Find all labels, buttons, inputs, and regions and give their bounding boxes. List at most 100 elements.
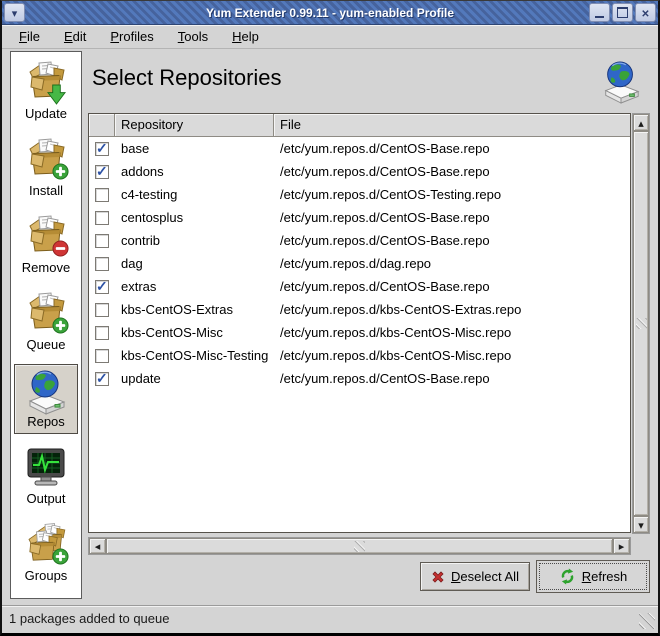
window-controls — [589, 3, 656, 22]
repo-name: update — [115, 371, 274, 386]
table-row[interactable]: kbs-CentOS-Misc /etc/yum.repos.d/kbs-Cen… — [89, 321, 630, 344]
table-header: Repository File — [89, 114, 630, 137]
vertical-scrollbar[interactable] — [632, 113, 650, 534]
scroll-up-icon — [638, 114, 644, 132]
horizontal-scrollbar[interactable] — [88, 537, 631, 555]
table-row[interactable]: addons /etc/yum.repos.d/CentOS-Base.repo — [89, 160, 630, 183]
sidebar-item-label: Repos — [27, 414, 65, 429]
window-menu-button[interactable] — [4, 3, 25, 22]
sidebar-item-label: Groups — [25, 568, 68, 583]
app-window: Yum Extender 0.99.11 - yum-enabled Profi… — [0, 0, 660, 636]
sidebar-item-remove[interactable]: Remove — [14, 210, 78, 280]
repo-file: /etc/yum.repos.d/CentOS-Base.repo — [274, 371, 630, 386]
repo-file: /etc/yum.repos.d/dag.repo — [274, 256, 630, 271]
sidebar-item-output[interactable]: Output — [14, 441, 78, 511]
table-row[interactable]: kbs-CentOS-Misc-Testing /etc/yum.repos.d… — [89, 344, 630, 367]
maximize-icon — [617, 7, 628, 18]
sidebar-item-queue[interactable]: Queue — [14, 287, 78, 357]
queue-box-icon — [24, 290, 68, 338]
repo-file: /etc/yum.repos.d/CentOS-Base.repo — [274, 210, 630, 225]
category-sidebar: Update Install Remove Queue — [10, 51, 82, 599]
repo-name: base — [115, 141, 274, 156]
close-icon — [641, 4, 649, 22]
column-header-file[interactable]: File — [274, 114, 630, 137]
repo-checkbox[interactable] — [95, 326, 109, 340]
repo-file: /etc/yum.repos.d/CentOS-Base.repo — [274, 164, 630, 179]
menu-edit[interactable]: Edit — [59, 27, 91, 46]
titlebar[interactable]: Yum Extender 0.99.11 - yum-enabled Profi… — [2, 1, 658, 25]
minimize-button[interactable] — [589, 3, 610, 22]
repo-checkbox[interactable] — [95, 349, 109, 363]
table-row[interactable]: kbs-CentOS-Extras /etc/yum.repos.d/kbs-C… — [89, 298, 630, 321]
repos-globe-icon — [24, 367, 68, 415]
table-row[interactable]: c4-testing /etc/yum.repos.d/CentOS-Testi… — [89, 183, 630, 206]
repo-file: /etc/yum.repos.d/kbs-CentOS-Misc.repo — [274, 325, 630, 340]
statusbar: 1 packages added to queue — [2, 605, 658, 633]
sidebar-item-label: Queue — [26, 337, 65, 352]
table-row[interactable]: base /etc/yum.repos.d/CentOS-Base.repo — [89, 137, 630, 160]
column-header-repository[interactable]: Repository — [115, 114, 274, 137]
table-row[interactable]: contrib /etc/yum.repos.d/CentOS-Base.rep… — [89, 229, 630, 252]
scroll-right-button[interactable] — [613, 538, 630, 554]
repo-checkbox[interactable] — [95, 211, 109, 225]
sidebar-item-label: Output — [26, 491, 65, 506]
resize-grip[interactable] — [639, 613, 655, 629]
scroll-up-button[interactable] — [633, 114, 649, 131]
sidebar-item-label: Remove — [22, 260, 70, 275]
repos-globe-icon — [600, 59, 642, 105]
sidebar-item-label: Install — [29, 183, 63, 198]
sidebar-item-install[interactable]: Install — [14, 133, 78, 203]
sidebar-item-repos[interactable]: Repos — [14, 364, 78, 434]
page-title: Select Repositories — [92, 65, 282, 91]
repo-name: contrib — [115, 233, 274, 248]
repo-file: /etc/yum.repos.d/CentOS-Base.repo — [274, 279, 630, 294]
repo-checkbox[interactable] — [95, 280, 109, 294]
horizontal-scrollbar-thumb[interactable] — [106, 538, 613, 554]
menu-file[interactable]: File — [14, 27, 45, 46]
update-box-icon — [24, 59, 68, 107]
repository-table: Repository File base /etc/yum.repos.d/Ce… — [88, 113, 631, 533]
menubar: File Edit Profiles Tools Help — [2, 25, 658, 49]
repo-checkbox[interactable] — [95, 234, 109, 248]
thumb-grip-icon — [636, 318, 647, 329]
deselect-all-label: Deselect All — [451, 569, 519, 584]
thumb-grip-icon — [354, 541, 365, 552]
table-row[interactable]: extras /etc/yum.repos.d/CentOS-Base.repo — [89, 275, 630, 298]
repo-checkbox[interactable] — [95, 188, 109, 202]
menu-tools[interactable]: Tools — [173, 27, 213, 46]
refresh-label: Refresh — [582, 569, 628, 584]
repo-file: /etc/yum.repos.d/CentOS-Base.repo — [274, 141, 630, 156]
repo-name: c4-testing — [115, 187, 274, 202]
vertical-scrollbar-thumb[interactable] — [633, 131, 649, 516]
repo-name: kbs-CentOS-Extras — [115, 302, 274, 317]
refresh-button[interactable]: Refresh — [536, 560, 650, 593]
repo-checkbox[interactable] — [95, 372, 109, 386]
remove-box-icon — [24, 213, 68, 261]
sidebar-item-groups[interactable]: Groups — [14, 518, 78, 588]
window-title: Yum Extender 0.99.11 - yum-enabled Profi… — [2, 1, 658, 25]
table-row[interactable]: centosplus /etc/yum.repos.d/CentOS-Base.… — [89, 206, 630, 229]
table-row[interactable]: dag /etc/yum.repos.d/dag.repo — [89, 252, 630, 275]
sidebar-item-update[interactable]: Update — [14, 56, 78, 126]
menu-help[interactable]: Help — [227, 27, 264, 46]
scroll-down-button[interactable] — [633, 516, 649, 533]
groups-box-icon — [24, 521, 68, 569]
repo-checkbox[interactable] — [95, 303, 109, 317]
deselect-all-button[interactable]: Deselect All — [420, 562, 530, 591]
minimize-icon — [595, 7, 604, 18]
maximize-button[interactable] — [612, 3, 633, 22]
table-row[interactable]: update /etc/yum.repos.d/CentOS-Base.repo — [89, 367, 630, 390]
repo-name: kbs-CentOS-Misc-Testing — [115, 348, 274, 363]
repo-file: /etc/yum.repos.d/kbs-CentOS-Misc.repo — [274, 348, 630, 363]
repo-checkbox[interactable] — [95, 165, 109, 179]
column-header-checkbox[interactable] — [89, 114, 115, 137]
refresh-button-focus-ring: Refresh — [539, 563, 647, 590]
menu-profiles[interactable]: Profiles — [105, 27, 158, 46]
repo-checkbox[interactable] — [95, 142, 109, 156]
scroll-left-icon — [95, 537, 101, 555]
repo-name: extras — [115, 279, 274, 294]
repo-checkbox[interactable] — [95, 257, 109, 271]
output-monitor-icon — [24, 444, 68, 492]
close-button[interactable] — [635, 3, 656, 22]
scroll-left-button[interactable] — [89, 538, 106, 554]
